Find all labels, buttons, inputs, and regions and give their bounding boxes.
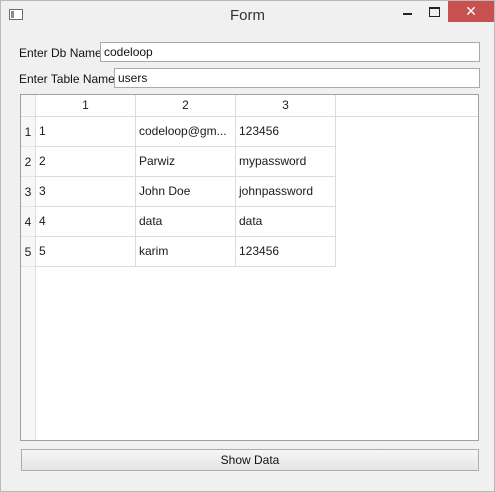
table-cell[interactable]: karim [136,237,236,267]
close-button[interactable]: ✕ [448,1,494,22]
db-name-label: Enter Db Name: [19,46,106,60]
column-header-3[interactable]: 3 [236,95,336,117]
table-cell[interactable]: 123456 [236,117,336,147]
table-corner-button[interactable] [21,95,36,117]
table-cell[interactable]: 5 [36,237,136,267]
data-table[interactable]: 1 2 3 1 1 codeloop@gm... 123456 2 2 Parw… [20,94,479,441]
table-cell[interactable]: 123456 [236,237,336,267]
table-cell[interactable]: John Doe [136,177,236,207]
minimize-icon [403,12,412,15]
db-name-input[interactable] [100,42,480,62]
table-name-input[interactable] [114,68,480,88]
table-cell[interactable]: johnpassword [236,177,336,207]
row-header-5[interactable]: 5 [21,237,36,267]
table-name-label: Enter Table Name: [19,72,119,86]
table-cell[interactable]: mypassword [236,147,336,177]
show-data-button[interactable]: Show Data [21,449,479,471]
row-header-1[interactable]: 1 [21,117,36,147]
column-header-1[interactable]: 1 [36,95,136,117]
title-bar: Form ✕ [1,1,494,31]
table-cell[interactable]: 4 [36,207,136,237]
table-cell[interactable]: data [236,207,336,237]
table-cell[interactable]: Parwiz [136,147,236,177]
row-header-3[interactable]: 3 [21,177,36,207]
maximize-icon [429,6,440,17]
row-header-2[interactable]: 2 [21,147,36,177]
app-window: Form ✕ Enter Db Name: Enter Table Name: … [0,0,495,492]
minimize-button[interactable] [394,1,421,22]
table-cell[interactable]: data [136,207,236,237]
column-header-empty [336,95,478,117]
maximize-button[interactable] [421,1,448,22]
column-header-2[interactable]: 2 [136,95,236,117]
row-header-4[interactable]: 4 [21,207,36,237]
table-cell[interactable]: 3 [36,177,136,207]
close-icon: ✕ [465,3,477,20]
table-cell[interactable]: 2 [36,147,136,177]
table-cell[interactable]: codeloop@gm... [136,117,236,147]
table-cell[interactable]: 1 [36,117,136,147]
